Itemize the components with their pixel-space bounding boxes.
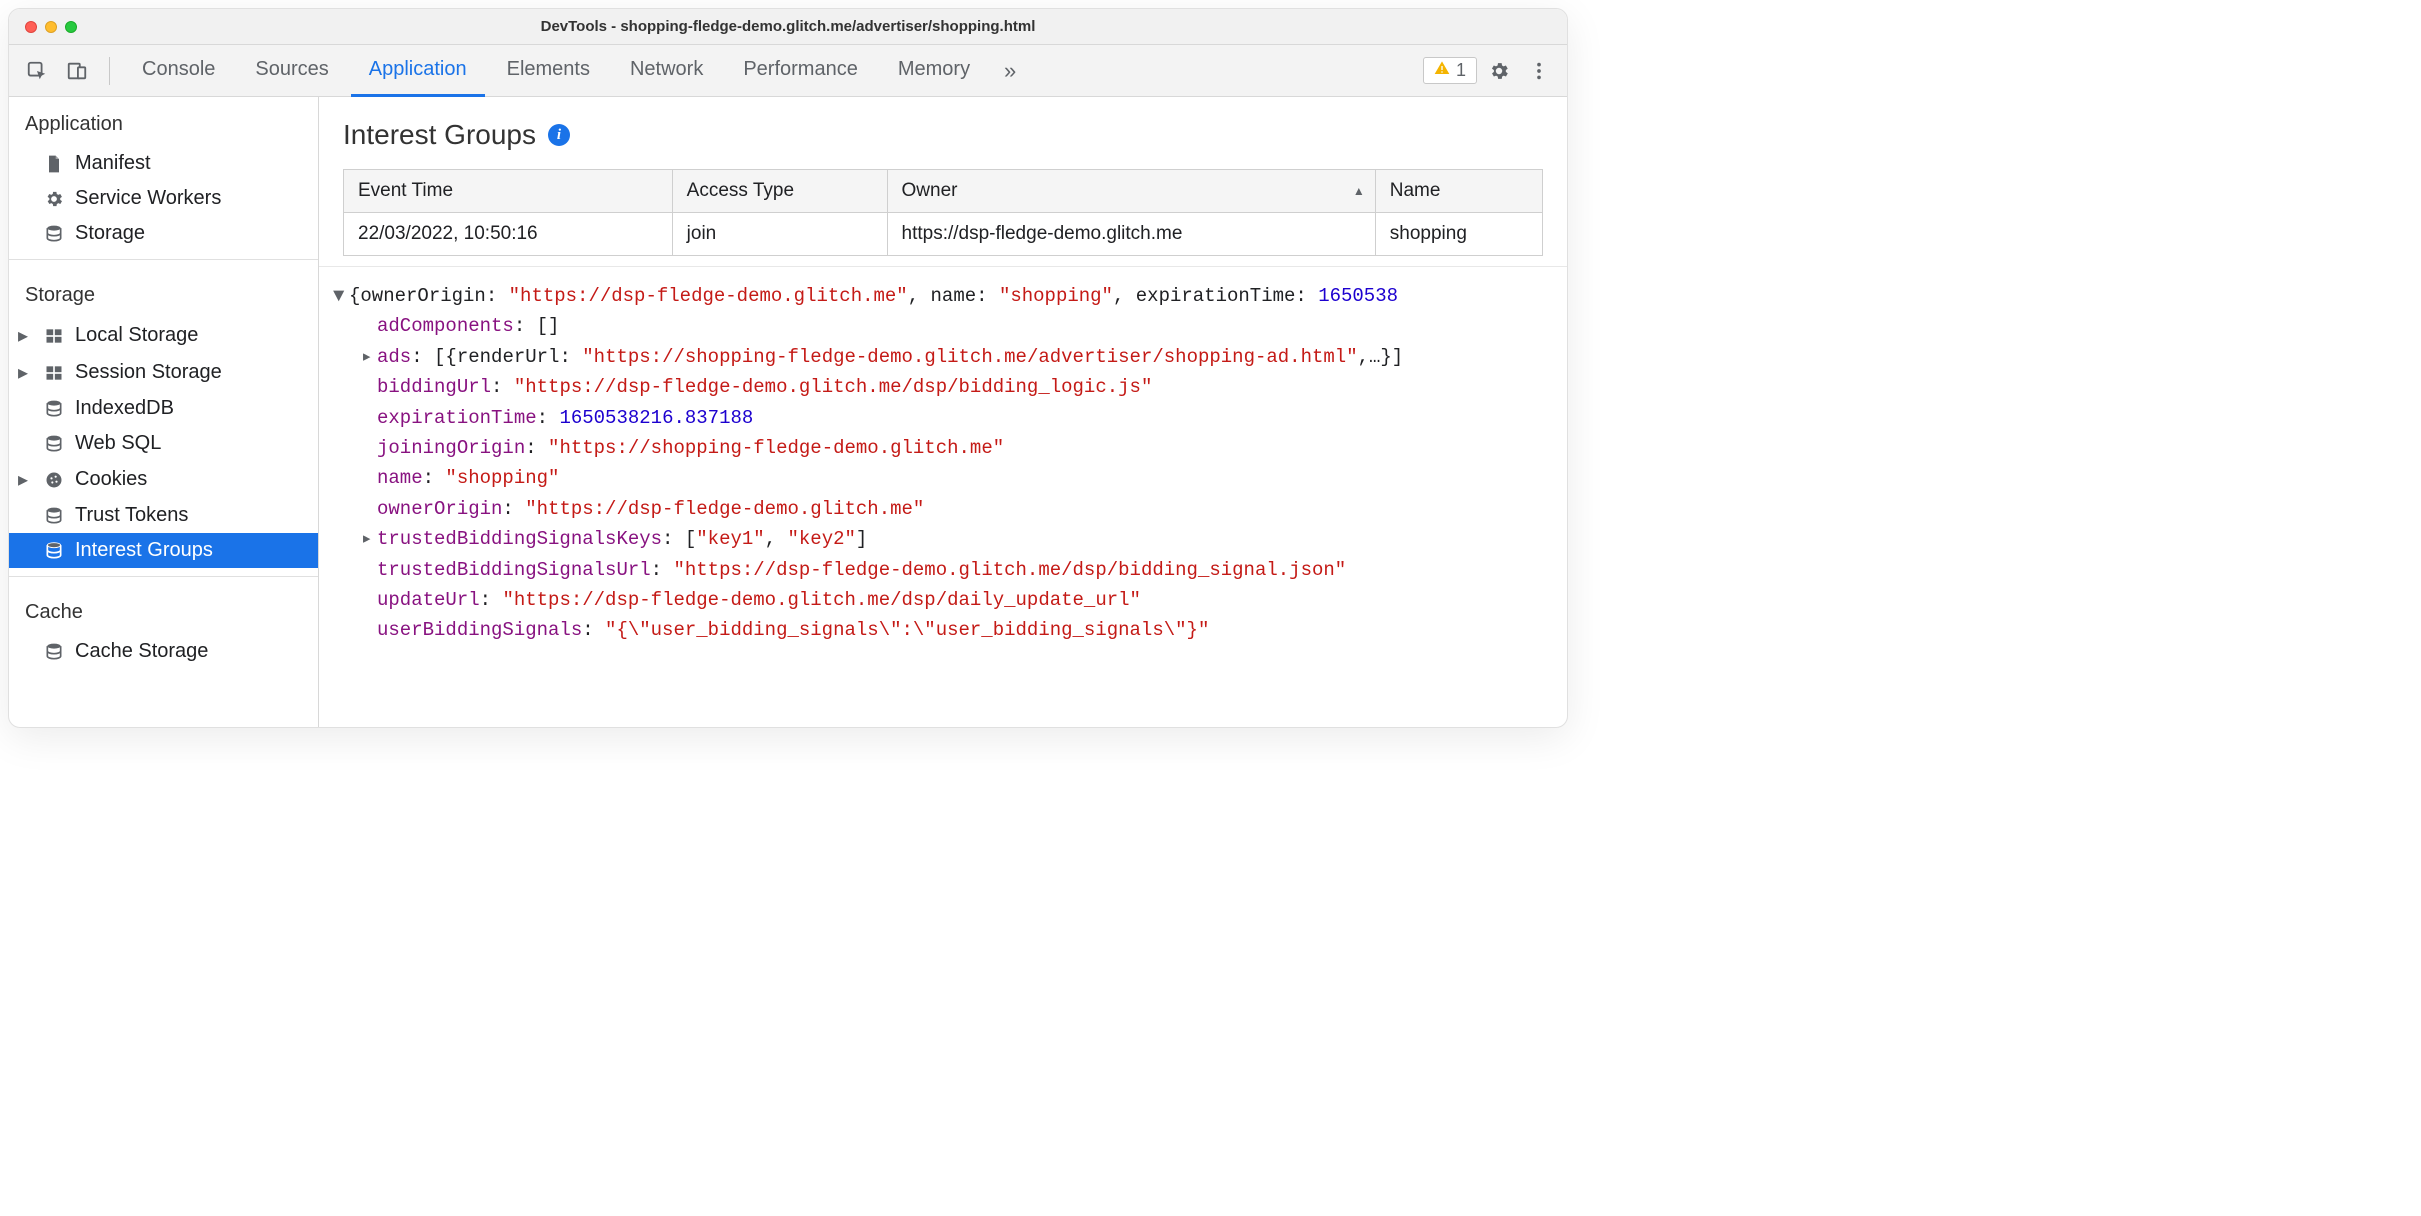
manifest-icon xyxy=(43,153,65,175)
prop-name[interactable]: name: "shopping" xyxy=(329,463,1557,493)
sidebar-item-trust-tokens[interactable]: Trust Tokens xyxy=(9,498,318,533)
prop-expirationtime[interactable]: expirationTime: 1650538216.837188 xyxy=(329,403,1557,433)
disclosure-right-icon[interactable]: ▸ xyxy=(361,524,377,554)
sidebar-item-indexeddb[interactable]: IndexedDB xyxy=(9,391,318,426)
sidebar-item-label: Interest Groups xyxy=(75,539,213,562)
main-panel: Interest Groups i Event TimeAccess TypeO… xyxy=(319,97,1567,727)
window-controls xyxy=(9,21,77,33)
col-owner[interactable]: Owner▲ xyxy=(887,170,1375,213)
sidebar-item-cache-storage[interactable]: Cache Storage xyxy=(9,634,318,669)
prop-userbiddingsignals[interactable]: userBiddingSignals: "{\"user_bidding_sig… xyxy=(329,615,1557,645)
tab-console[interactable]: Console xyxy=(124,45,233,97)
interest-groups-table-wrap: Event TimeAccess TypeOwner▲Name 22/03/20… xyxy=(319,169,1567,256)
separator xyxy=(9,259,318,260)
cookie-icon xyxy=(43,469,65,491)
sidebar-item-service-workers[interactable]: Service Workers xyxy=(9,181,318,216)
tab-sources[interactable]: Sources xyxy=(237,45,346,97)
sidebar-section-cache: Cache xyxy=(9,585,318,634)
tab-application[interactable]: Application xyxy=(351,45,485,97)
object-viewer[interactable]: ▼{ownerOrigin: "https://dsp-fledge-demo.… xyxy=(319,266,1567,727)
prop-ads[interactable]: ▸ads: [{renderUrl: "https://shopping-fle… xyxy=(329,342,1557,372)
sidebar-item-label: Manifest xyxy=(75,152,151,175)
prop-trustedbiddingsignalsurl[interactable]: trustedBiddingSignalsUrl: "https://dsp-f… xyxy=(329,555,1557,585)
sidebar-section-application: Application xyxy=(9,97,318,146)
sidebar-item-label: Web SQL xyxy=(75,432,161,455)
devtools-window: DevTools - shopping-fledge-demo.glitch.m… xyxy=(8,8,1568,728)
sidebar-item-session-storage[interactable]: ▸ Session Storage xyxy=(9,354,318,391)
inspect-element-icon[interactable] xyxy=(19,53,55,89)
table-cell: join xyxy=(672,213,887,256)
db-icon xyxy=(43,433,65,455)
close-window-icon[interactable] xyxy=(25,21,37,33)
sidebar-item-local-storage[interactable]: ▸ Local Storage xyxy=(9,317,318,354)
sidebar-item-label: Service Workers xyxy=(75,187,221,210)
more-tabs-icon[interactable]: » xyxy=(992,53,1028,89)
sidebar-section-storage: Storage xyxy=(9,268,318,317)
table-cell: shopping xyxy=(1375,213,1542,256)
prop-updateurl[interactable]: updateUrl: "https://dsp-fledge-demo.glit… xyxy=(329,585,1557,615)
db-icon xyxy=(43,540,65,562)
sidebar-item-label: Local Storage xyxy=(75,324,198,347)
chevron-right-icon[interactable]: ▸ xyxy=(17,323,29,348)
gear-icon xyxy=(43,188,65,210)
col-event-time[interactable]: Event Time xyxy=(344,170,673,213)
warning-icon xyxy=(1434,60,1450,81)
devtools-toolbar: ConsoleSourcesApplicationElementsNetwork… xyxy=(9,45,1567,97)
tab-performance[interactable]: Performance xyxy=(725,45,876,97)
db-icon xyxy=(43,223,65,245)
sort-asc-icon: ▲ xyxy=(1353,184,1365,198)
prop-joiningorigin[interactable]: joiningOrigin: "https://shopping-fledge-… xyxy=(329,433,1557,463)
grid-icon xyxy=(43,325,65,347)
grid-icon xyxy=(43,362,65,384)
separator xyxy=(9,576,318,577)
prop-trustedbiddingsignalskeys[interactable]: ▸trustedBiddingSignalsKeys: ["key1", "ke… xyxy=(329,524,1557,554)
table-cell: https://dsp-fledge-demo.glitch.me xyxy=(887,213,1375,256)
prop-adcomponents[interactable]: adComponents: [] xyxy=(329,311,1557,341)
minimize-window-icon[interactable] xyxy=(45,21,57,33)
kebab-menu-icon[interactable] xyxy=(1521,53,1557,89)
settings-icon[interactable] xyxy=(1481,53,1517,89)
sidebar-item-interest-groups[interactable]: Interest Groups xyxy=(9,533,318,568)
info-icon[interactable]: i xyxy=(548,124,570,146)
sidebar-item-label: IndexedDB xyxy=(75,397,174,420)
db-icon xyxy=(43,398,65,420)
col-access-type[interactable]: Access Type xyxy=(672,170,887,213)
zoom-window-icon[interactable] xyxy=(65,21,77,33)
prop-ownerorigin[interactable]: ownerOrigin: "https://dsp-fledge-demo.gl… xyxy=(329,494,1557,524)
sidebar-item-label: Storage xyxy=(75,222,145,245)
issues-count: 1 xyxy=(1456,60,1466,81)
sidebar-item-manifest[interactable]: Manifest xyxy=(9,146,318,181)
device-toolbar-icon[interactable] xyxy=(59,53,95,89)
chevron-right-icon[interactable]: ▸ xyxy=(17,360,29,385)
chevron-right-icon[interactable]: ▸ xyxy=(17,467,29,492)
db-icon xyxy=(43,505,65,527)
table-row[interactable]: 22/03/2022, 10:50:16joinhttps://dsp-fled… xyxy=(344,213,1543,256)
interest-groups-table: Event TimeAccess TypeOwner▲Name 22/03/20… xyxy=(343,169,1543,256)
sidebar-item-label: Cache Storage xyxy=(75,640,208,663)
tab-memory[interactable]: Memory xyxy=(880,45,988,97)
application-sidebar: Application Manifest Service Workers Storag… xyxy=(9,97,319,727)
sidebar-item-cookies[interactable]: ▸ Cookies xyxy=(9,461,318,498)
db-icon xyxy=(43,641,65,663)
titlebar: DevTools - shopping-fledge-demo.glitch.m… xyxy=(9,9,1567,45)
sidebar-item-storage[interactable]: Storage xyxy=(9,216,318,251)
panel-title: Interest Groups xyxy=(343,119,536,151)
disclosure-right-icon[interactable]: ▸ xyxy=(361,342,377,372)
sidebar-item-label: Session Storage xyxy=(75,361,222,384)
sidebar-item-web-sql[interactable]: Web SQL xyxy=(9,426,318,461)
tab-network[interactable]: Network xyxy=(612,45,721,97)
sidebar-item-label: Trust Tokens xyxy=(75,504,188,527)
devtools-body: Application Manifest Service Workers Storag… xyxy=(9,97,1567,727)
separator xyxy=(109,57,110,85)
object-summary-row[interactable]: ▼{ownerOrigin: "https://dsp-fledge-demo.… xyxy=(329,281,1557,311)
window-title: DevTools - shopping-fledge-demo.glitch.m… xyxy=(9,18,1567,35)
tab-elements[interactable]: Elements xyxy=(489,45,608,97)
table-cell: 22/03/2022, 10:50:16 xyxy=(344,213,673,256)
panel-header: Interest Groups i xyxy=(319,97,1567,169)
prop-biddingurl[interactable]: biddingUrl: "https://dsp-fledge-demo.gli… xyxy=(329,372,1557,402)
col-name[interactable]: Name xyxy=(1375,170,1542,213)
disclosure-down-icon[interactable]: ▼ xyxy=(333,281,349,311)
issues-warning-pill[interactable]: 1 xyxy=(1423,57,1477,84)
sidebar-item-label: Cookies xyxy=(75,468,147,491)
